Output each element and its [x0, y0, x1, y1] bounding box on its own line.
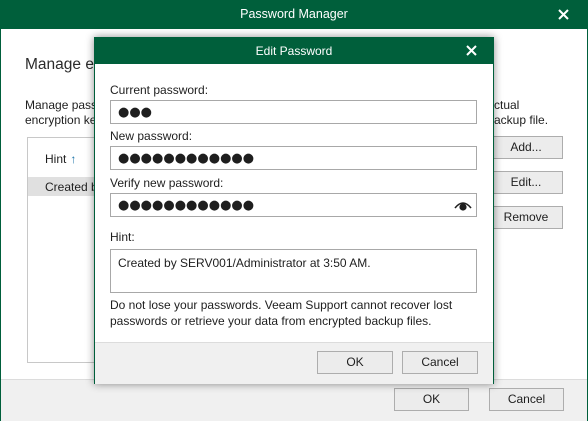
column-header-label: Hint: [45, 152, 67, 166]
outer-close-button[interactable]: [553, 5, 573, 25]
sort-ascending-icon: ↑: [70, 152, 77, 166]
verify-password-label: Verify new password:: [110, 176, 224, 190]
verify-password-field[interactable]: ●●●●●●●●●●●●: [110, 193, 477, 217]
new-password-label: New password:: [110, 129, 193, 143]
hint-value: Created by SERV001/Administrator at 3:50…: [118, 256, 371, 270]
description-right-line-1: ctual: [494, 98, 520, 112]
description-right-line-2: ackup file.: [494, 113, 549, 127]
remove-button[interactable]: Remove: [489, 206, 563, 229]
dialog-close-button[interactable]: [461, 41, 481, 61]
close-icon: [557, 9, 569, 20]
description-left-line-1: Manage pass: [25, 98, 98, 112]
outer-ok-button[interactable]: OK: [394, 388, 469, 411]
hint-field[interactable]: Created by SERV001/Administrator at 3:50…: [110, 249, 477, 293]
new-password-mask: ●●●●●●●●●●●●: [118, 151, 255, 166]
column-header-hint[interactable]: Hint ↑: [45, 152, 76, 166]
description-left-line-2: encryption ke: [25, 113, 97, 127]
close-icon: [465, 45, 477, 56]
edit-password-dialog: Edit Password Current password: ●●● New …: [94, 37, 494, 384]
dialog-title: Edit Password: [255, 44, 333, 58]
eye-icon[interactable]: [454, 198, 472, 212]
add-button[interactable]: Add...: [489, 136, 563, 159]
edit-button[interactable]: Edit...: [489, 171, 563, 194]
new-password-field[interactable]: ●●●●●●●●●●●●: [110, 146, 477, 170]
verify-password-mask: ●●●●●●●●●●●●: [118, 198, 255, 213]
list-item-hint: Created b: [45, 180, 98, 194]
current-password-field[interactable]: ●●●: [110, 100, 477, 124]
current-password-label: Current password:: [110, 83, 209, 97]
hint-label: Hint:: [110, 230, 135, 244]
outer-title-bar: Password Manager: [1, 1, 587, 29]
outer-heading: Manage e: [25, 56, 94, 73]
dialog-title-bar: Edit Password: [95, 38, 493, 64]
outer-cancel-button[interactable]: Cancel: [489, 388, 564, 411]
current-password-mask: ●●●: [118, 105, 153, 120]
outer-window-title: Password Manager: [240, 7, 348, 21]
dialog-ok-button[interactable]: OK: [317, 351, 393, 374]
dialog-cancel-button[interactable]: Cancel: [402, 351, 478, 374]
password-warning: Do not lose your passwords. Veeam Suppor…: [110, 298, 453, 328]
